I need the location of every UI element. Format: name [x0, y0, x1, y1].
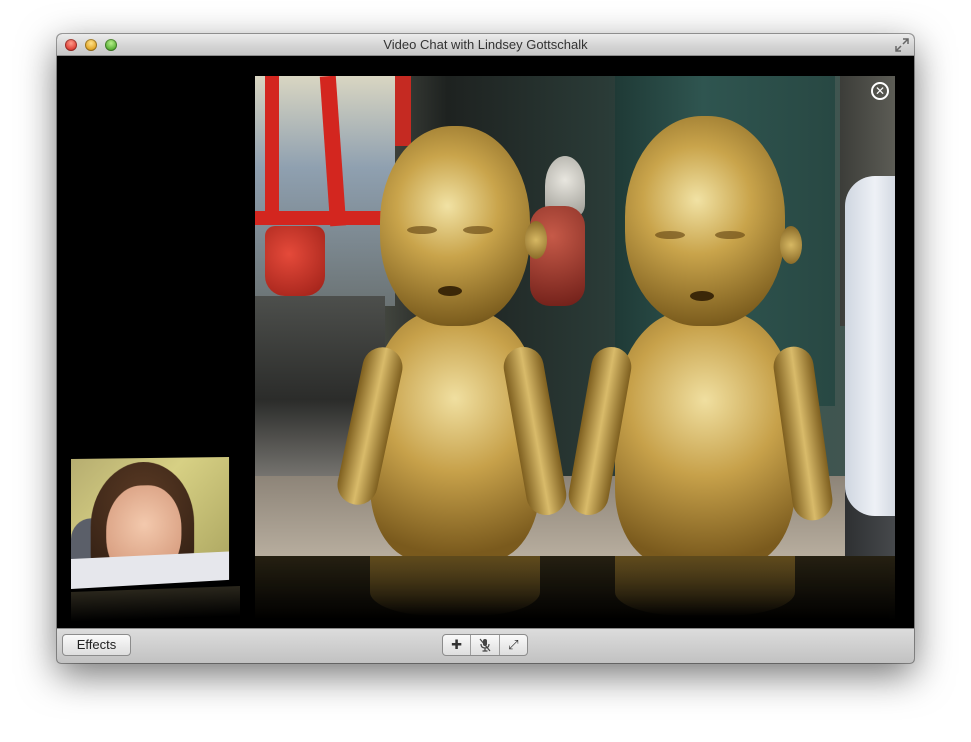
self-shirt [71, 551, 230, 589]
close-circle-icon[interactable]: ✕ [871, 82, 889, 100]
fullscreen-icon[interactable] [895, 38, 909, 52]
video-chat-window: Video Chat with Lindsey Gottschalk ✕ Eff… [57, 34, 914, 663]
golden-baby-statue-left [333, 126, 575, 556]
call-controls: ✚ ⤢ [442, 634, 528, 656]
microphone-muted-icon [479, 638, 491, 652]
golden-baby-statue-right [565, 116, 835, 556]
statue-head [380, 126, 530, 326]
add-participant-button[interactable]: ✚ [443, 635, 472, 655]
statue-reflection [370, 556, 540, 616]
statue-eye [463, 226, 493, 234]
statue-mouth [438, 286, 462, 296]
person-arm [845, 176, 895, 516]
bottom-toolbar: Effects ✚ ⤢ [57, 628, 914, 663]
statue-eye [655, 231, 685, 239]
statue-ear [780, 226, 802, 264]
red-pot [265, 226, 325, 296]
remote-video-reflection [255, 556, 895, 628]
statue-mouth [690, 291, 714, 301]
mute-button[interactable] [471, 635, 500, 655]
plus-icon: ✚ [451, 637, 463, 653]
statue-body [615, 311, 795, 556]
self-preview-video[interactable] [71, 457, 230, 589]
window-title: Video Chat with Lindsey Gottschalk [383, 37, 588, 52]
statue-ear [525, 221, 547, 259]
statue-reflection [615, 556, 795, 616]
title-bar[interactable]: Video Chat with Lindsey Gottschalk [57, 34, 914, 56]
statue-eye [407, 226, 437, 234]
statue-eye [715, 231, 745, 239]
video-area: ✕ [57, 56, 914, 628]
remote-video-feed[interactable]: ✕ [255, 76, 895, 556]
fullscreen-icon: ⤢ [508, 637, 519, 653]
self-preview-reflection [71, 586, 240, 622]
fullscreen-button[interactable]: ⤢ [500, 635, 527, 655]
effects-button[interactable]: Effects [62, 634, 131, 656]
red-frame [265, 76, 279, 216]
